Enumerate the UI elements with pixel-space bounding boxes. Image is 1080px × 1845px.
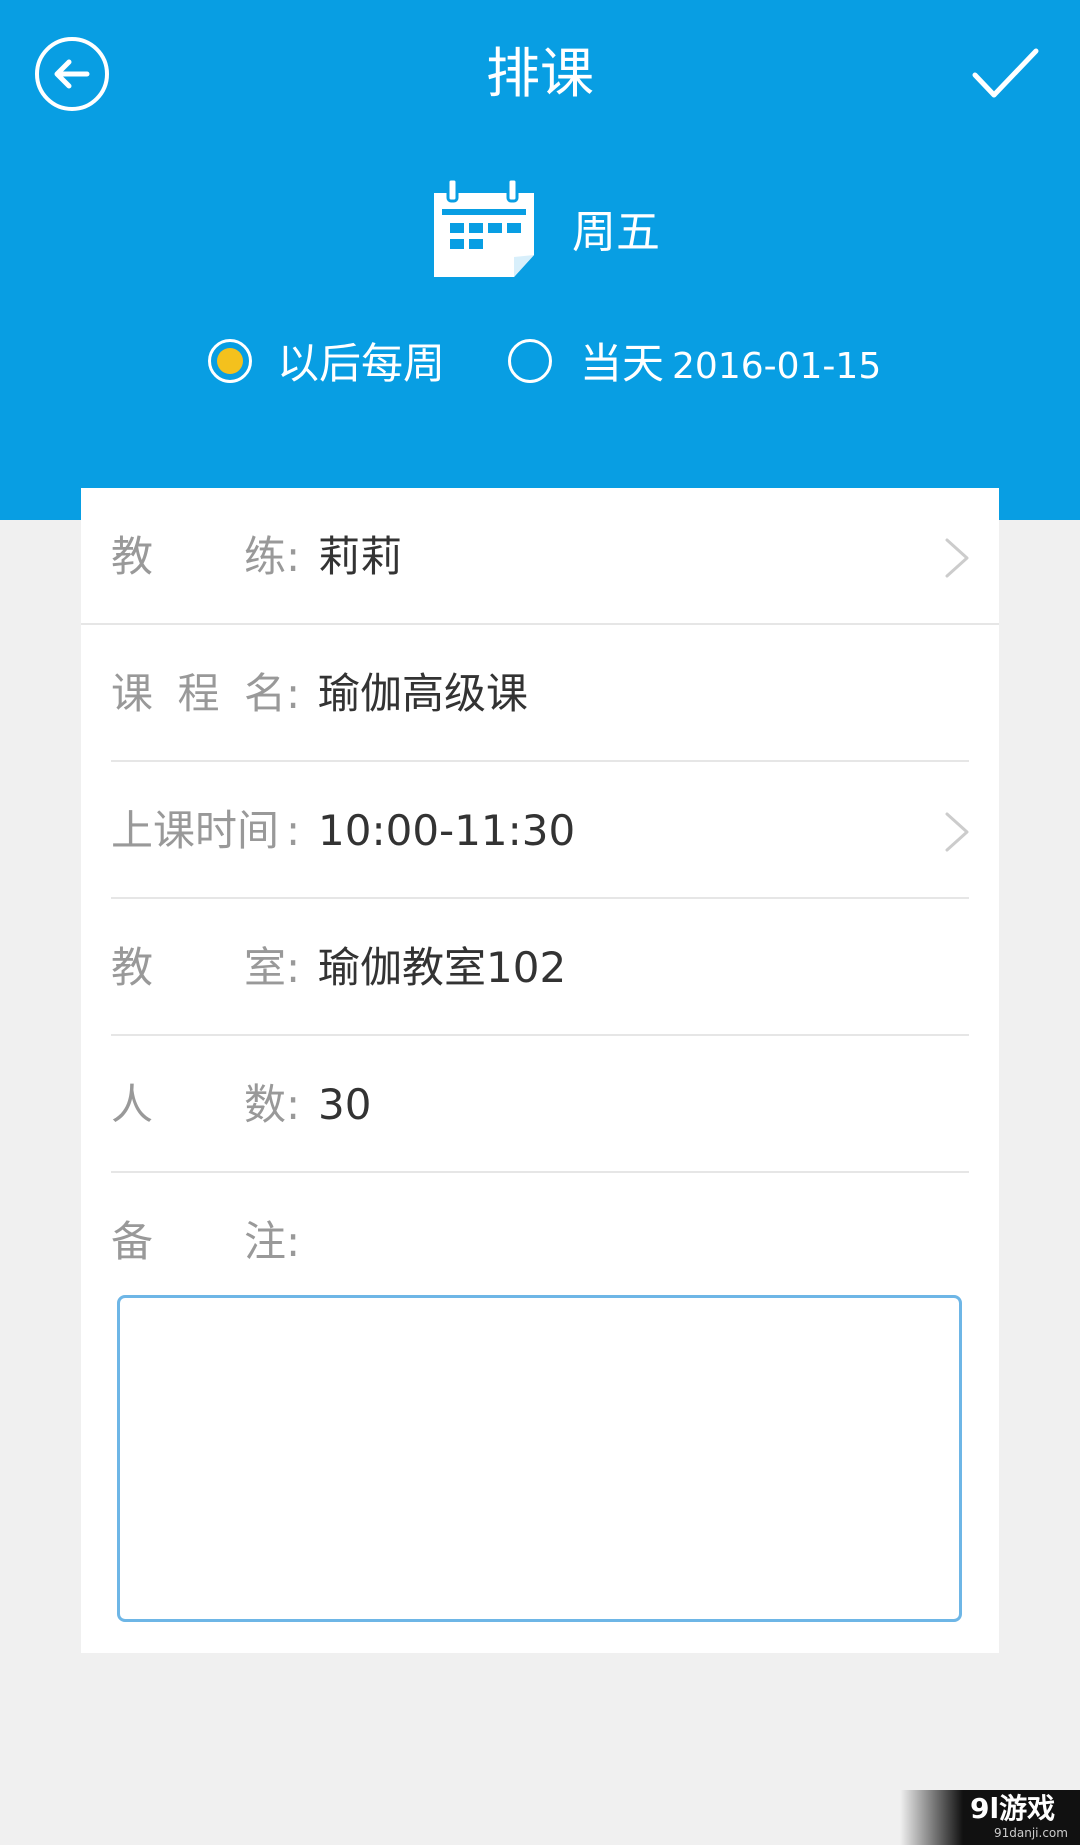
page-title: 排课 — [486, 42, 594, 105]
form-row-coach[interactable]: 教 练 : 莉莉 — [81, 488, 999, 625]
confirm-button[interactable] — [970, 45, 1040, 105]
form-row-classroom[interactable]: 教 室 : 瑜伽教室102 — [81, 899, 999, 1036]
course-value: 瑜伽高级课 — [318, 669, 529, 718]
radio-today-text: 当天 — [580, 339, 665, 388]
header-bar: 排课 周五 以后每周 当天 2016-01-15 — [0, 0, 1080, 520]
form-row-time[interactable]: 上课时间 : 10:00-11:30 — [81, 762, 999, 899]
check-icon — [972, 48, 1039, 98]
radio-weekly-label[interactable]: 以后每周 — [277, 339, 445, 389]
time-label: 上课时间 — [111, 806, 280, 855]
capacity-label: 人 数 — [111, 1080, 286, 1129]
watermark-logo: 9l游戏 — [970, 1792, 1056, 1825]
classroom-value: 瑜伽教室102 — [318, 943, 567, 992]
calendar-icon — [434, 177, 534, 277]
watermark: 9l游戏 91danji.com — [900, 1790, 1080, 1845]
course-label: 课 程 名 — [111, 669, 286, 718]
watermark-url: 91danji.com — [994, 1826, 1068, 1840]
classroom-label: 教 室 — [111, 943, 286, 992]
radio-today-label[interactable]: 当天 2016-01-15 — [580, 339, 881, 392]
repeat-options: 以后每周 当天 2016-01-15 — [205, 333, 905, 403]
form-row-course[interactable]: 课 程 名 : 瑜伽高级课 — [81, 625, 999, 762]
radio-weekly[interactable] — [208, 339, 252, 383]
capacity-value: 30 — [318, 1080, 372, 1129]
coach-colon: : — [286, 532, 301, 581]
remark-textarea[interactable] — [117, 1295, 962, 1622]
remark-colon: : — [286, 1217, 301, 1266]
remark-label: 备 注 — [111, 1217, 286, 1266]
chevron-right-icon — [945, 812, 969, 852]
time-value: 10:00-11:30 — [318, 806, 576, 855]
form-row-capacity[interactable]: 人 数 : 30 — [81, 1036, 999, 1173]
course-colon: : — [286, 669, 301, 718]
capacity-colon: : — [286, 1080, 301, 1129]
radio-today-date: 2016-01-15 — [672, 346, 882, 387]
coach-value: 莉莉 — [318, 532, 403, 581]
day-label: 周五 — [572, 207, 660, 258]
time-colon: : — [286, 806, 301, 855]
schedule-form: 教 练 : 莉莉 课 程 名 : 瑜伽高级课 上课时间 : 10:00-11:3… — [81, 488, 999, 1653]
coach-label: 教 练 — [111, 532, 286, 581]
classroom-colon: : — [286, 943, 301, 992]
form-row-remark: 备 注 : — [81, 1173, 999, 1310]
radio-today[interactable] — [508, 339, 552, 383]
chevron-right-icon — [945, 538, 969, 578]
